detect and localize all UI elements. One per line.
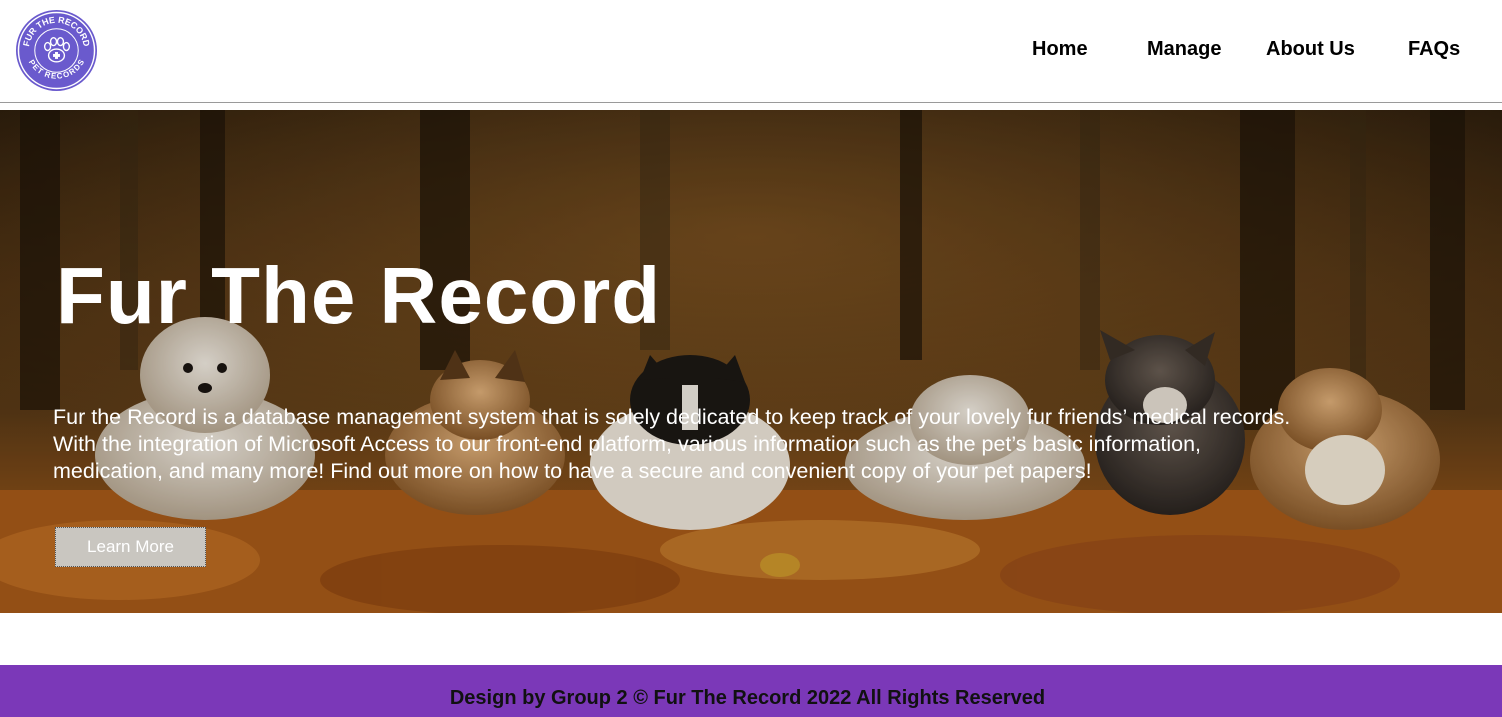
hero-title: Fur The Record: [56, 251, 662, 340]
learn-more-button[interactable]: Learn More: [55, 527, 206, 567]
site-header: FUR THE RECORD PET RECORDS Home Manage A…: [0, 0, 1502, 103]
nav-home-link[interactable]: Home: [1032, 38, 1088, 61]
hero-background-image: [0, 110, 1502, 613]
site-footer: Design by Group 2 © Fur The Record 2022 …: [0, 665, 1502, 717]
nav-manage-link[interactable]: Manage: [1147, 38, 1221, 61]
site-logo[interactable]: FUR THE RECORD PET RECORDS: [15, 9, 98, 92]
nav-about-us-link[interactable]: About Us: [1266, 38, 1355, 61]
hero-banner: Fur The Record Fur the Record is a datab…: [0, 110, 1502, 613]
hero-description: Fur the Record is a database management …: [53, 405, 1291, 483]
footer-copyright: Design by Group 2 © Fur The Record 2022 …: [449, 687, 1046, 709]
nav-faqs-link[interactable]: FAQs: [1408, 38, 1460, 61]
